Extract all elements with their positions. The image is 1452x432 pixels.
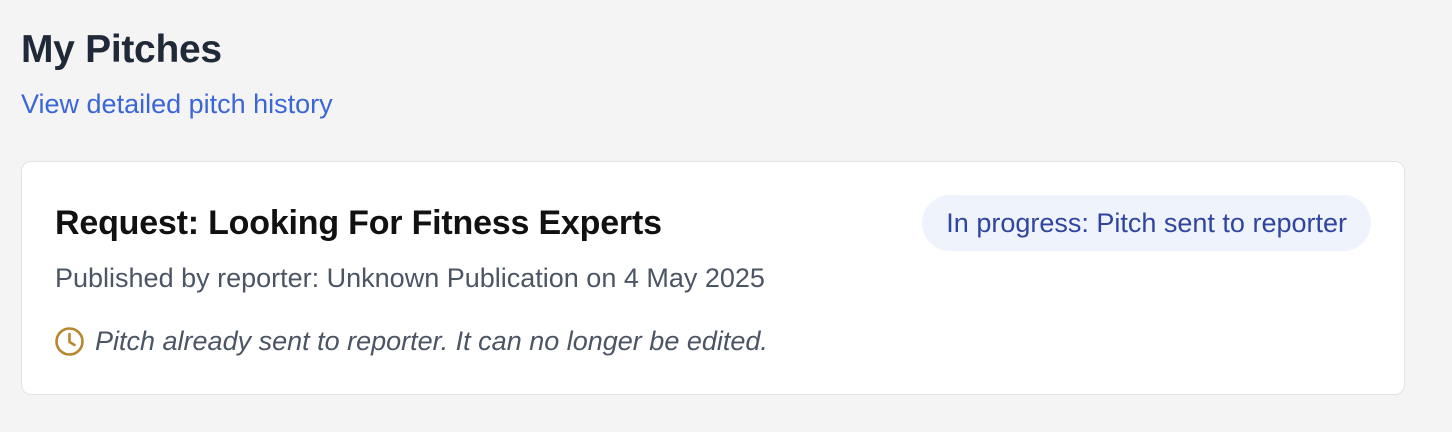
pitch-card[interactable]: Request: Looking For Fitness Experts In …: [21, 161, 1405, 395]
pitch-meta: Published by reporter: Unknown Publicati…: [55, 263, 765, 293]
page: My Pitches View detailed pitch history R…: [0, 0, 1452, 432]
page-title: My Pitches: [21, 28, 222, 71]
window-edge: [1438, 0, 1452, 432]
pitch-notice: Pitch already sent to reporter. It can n…: [54, 326, 768, 357]
status-badge: In progress: Pitch sent to reporter: [922, 195, 1371, 251]
clock-icon: [54, 326, 85, 357]
pitch-title: Request: Looking For Fitness Experts: [55, 204, 662, 242]
notice-text: Pitch already sent to reporter. It can n…: [95, 326, 768, 356]
pitch-history-link[interactable]: View detailed pitch history: [21, 89, 333, 120]
